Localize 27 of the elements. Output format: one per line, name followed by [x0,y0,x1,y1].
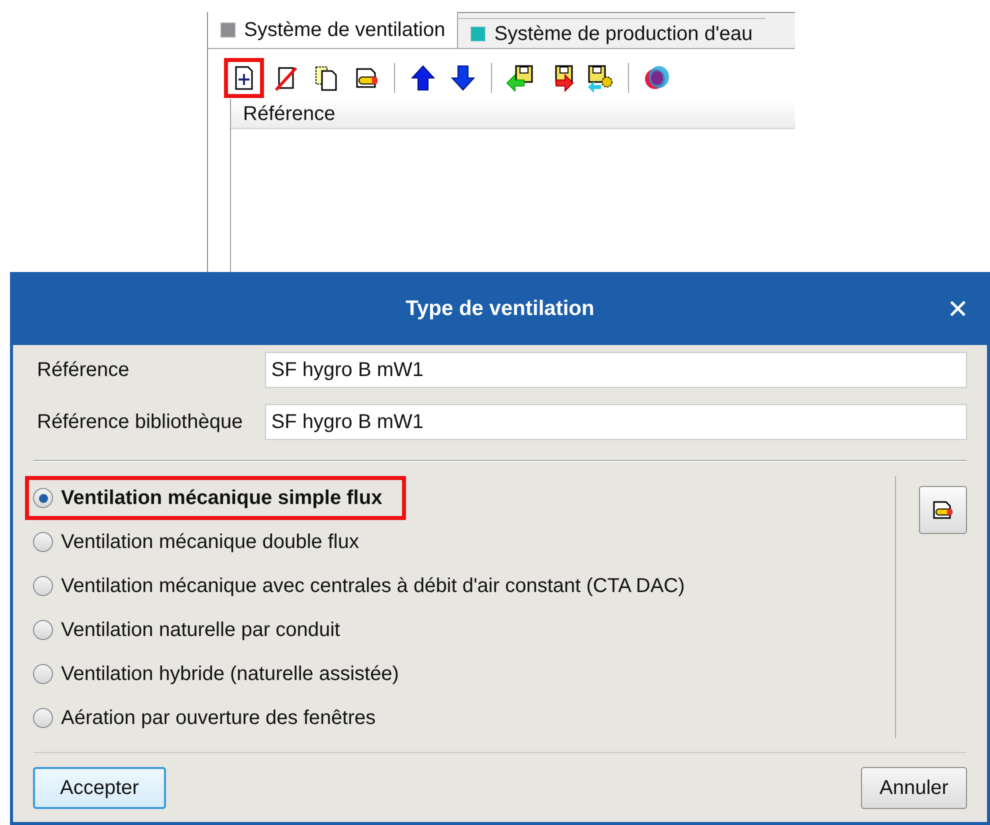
radio-option[interactable]: Ventilation mécanique avec centrales à débit d'air constant (CTA DAC) [33,571,685,601]
toolbar-button[interactable] [224,58,264,98]
radio-option[interactable]: Ventilation naturelle par conduit [33,615,340,645]
radio-option[interactable]: Ventilation hybride (naturelle assistée) [33,659,399,689]
edit-button[interactable] [919,486,967,534]
dialog-title: Type de ventilation [406,296,594,322]
field-label: Référence bibliothèque [36,410,244,435]
text-field[interactable]: SF hygro B mW1 [265,404,967,440]
radio-button[interactable] [33,708,53,728]
radio-option[interactable]: Aération par ouverture des fenêtres [33,703,376,733]
up-arrow-icon [408,63,438,93]
down-arrow-icon [448,63,478,93]
page-pencil-icon [931,499,955,521]
radio-button[interactable] [33,620,53,640]
close-button[interactable]: ✕ [947,296,969,322]
dialog-button[interactable]: Annuler [861,767,967,809]
radio-button[interactable] [33,488,53,508]
floppy-arrow-icon [505,63,535,93]
radio-option[interactable]: Ventilation mécanique simple flux [25,476,406,520]
text-field[interactable]: SF hygro B mW1 [265,352,967,388]
radio-option[interactable]: Ventilation mécanique double flux [33,527,359,557]
radio-button[interactable] [33,664,53,684]
dialog-button[interactable]: Accepter [33,767,166,809]
radio-button[interactable] [33,532,53,552]
radio-button[interactable] [33,576,53,596]
tab[interactable]: Système de ventilation [208,12,458,48]
field-label: Référence [36,358,130,383]
